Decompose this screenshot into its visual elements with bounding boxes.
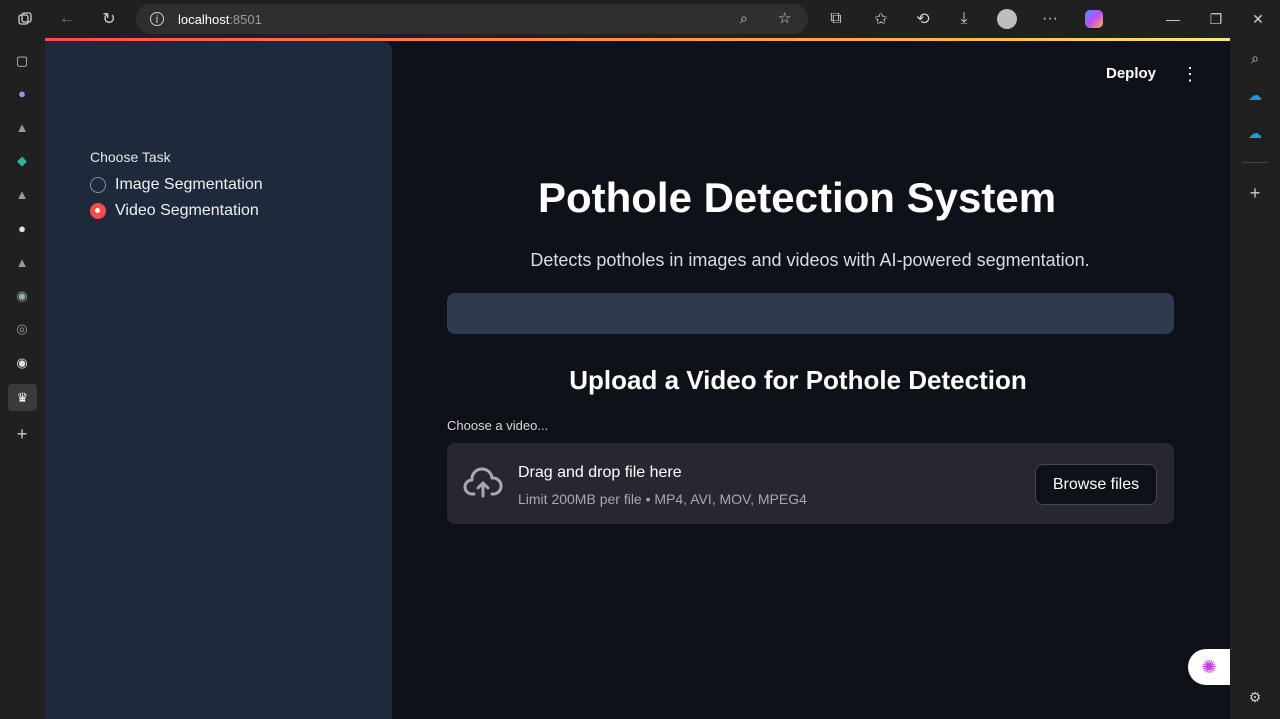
divider	[1242, 162, 1268, 163]
address-bar[interactable]: i localhost:8501 ⌕ ☆	[136, 4, 808, 34]
refresh-icon[interactable]: ↻	[97, 7, 121, 31]
downloads-icon[interactable]: ⤓	[952, 7, 976, 31]
github-icon[interactable]: ●	[11, 217, 33, 239]
tab-favicon-icon[interactable]: ◆	[11, 150, 33, 172]
profile-avatar-icon[interactable]	[995, 7, 1019, 31]
copilot-icon[interactable]	[1082, 7, 1106, 31]
file-dropzone[interactable]: Drag and drop file here Limit 200MB per …	[447, 443, 1174, 524]
tab-actions-icon[interactable]: ▢	[11, 50, 33, 72]
history-icon[interactable]: ⟲	[911, 7, 935, 31]
cloud-app-icon[interactable]: ☁	[1244, 84, 1266, 106]
streamlit-page: Choose Task Image Segmentation Video Seg…	[45, 38, 1230, 719]
more-options-icon[interactable]: ···	[1038, 7, 1062, 31]
url-port: :8501	[229, 11, 262, 27]
browser-titlebar: ← ↻ i localhost:8501 ⌕ ☆ ⧉ ✩ ⟲ ⤓ ··· — ❐…	[0, 0, 1280, 38]
brain-icon: ✺	[1201, 656, 1217, 677]
extension-bubble[interactable]: ✺	[1188, 649, 1230, 685]
uploader-label: Choose a video...	[447, 418, 549, 433]
radio-image-segmentation[interactable]: Image Segmentation	[90, 176, 263, 194]
favorite-star-icon[interactable]: ☆	[778, 9, 791, 27]
task-radio-label: Choose Task	[90, 149, 171, 165]
radio-option-label: Image Segmentation	[115, 176, 263, 193]
tab-favicon-icon[interactable]: ▲	[11, 116, 33, 138]
new-tab-icon[interactable]: +	[11, 423, 33, 445]
radio-option-label: Video Segmentation	[115, 202, 259, 219]
browser-right-sidebar: ⌕ ☁ ☁ + ⚙	[1230, 38, 1280, 719]
kebab-menu-icon[interactable]: ⋮	[1180, 64, 1200, 86]
back-icon[interactable]: ←	[55, 7, 79, 31]
close-icon[interactable]: ✕	[1238, 7, 1278, 31]
info-banner	[447, 293, 1174, 334]
favorites-icon[interactable]: ✩	[869, 7, 893, 31]
restore-icon[interactable]: ❐	[1196, 7, 1236, 31]
page-title: Pothole Detection System	[537, 174, 1057, 221]
extensions-icon[interactable]: ⧉	[824, 7, 848, 31]
tab-favicon-icon[interactable]: ◉	[11, 352, 33, 374]
settings-gear-icon[interactable]: ⚙	[1244, 686, 1266, 708]
upload-heading: Upload a Video for Pothole Detection	[569, 365, 1027, 395]
minimize-icon[interactable]: —	[1153, 7, 1193, 31]
workspaces-icon[interactable]	[13, 7, 37, 31]
site-info-icon[interactable]: i	[150, 12, 164, 26]
cloud-upload-icon	[463, 467, 503, 498]
tab-favicon-icon[interactable]: ◎	[11, 318, 33, 340]
app-sidebar: Choose Task Image Segmentation Video Seg…	[45, 41, 392, 719]
add-app-icon[interactable]: +	[1244, 182, 1266, 204]
radio-checked-icon[interactable]	[90, 203, 106, 219]
tab-favicon-icon[interactable]: ▲	[11, 183, 33, 205]
url-host: localhost	[178, 11, 230, 27]
vertical-tabs-sidebar: ▢ ● ▲ ◆ ▲ ● ▲ ◉ ◎ ◉ ♛ +	[0, 38, 45, 719]
dropzone-title: Drag and drop file here	[518, 464, 682, 481]
radio-unchecked-icon[interactable]	[90, 177, 106, 193]
dropzone-limit: Limit 200MB per file • MP4, AVI, MOV, MP…	[518, 491, 807, 507]
cloud-app-icon[interactable]: ☁	[1244, 122, 1266, 144]
tab-favicon-icon[interactable]: ●	[11, 82, 33, 104]
tab-favicon-icon[interactable]: ▲	[11, 251, 33, 273]
tab-favicon-icon[interactable]: ◉	[11, 285, 33, 307]
browse-files-button[interactable]: Browse files	[1035, 464, 1157, 505]
page-subtitle: Detects potholes in images and videos wi…	[530, 250, 1090, 270]
streamlit-tab-icon[interactable]: ♛	[8, 384, 37, 411]
radio-video-segmentation[interactable]: Video Segmentation	[90, 202, 259, 220]
zoom-icon[interactable]: ⌕	[740, 10, 748, 27]
deploy-button[interactable]: Deploy	[1106, 65, 1156, 82]
search-icon[interactable]: ⌕	[1244, 47, 1266, 69]
